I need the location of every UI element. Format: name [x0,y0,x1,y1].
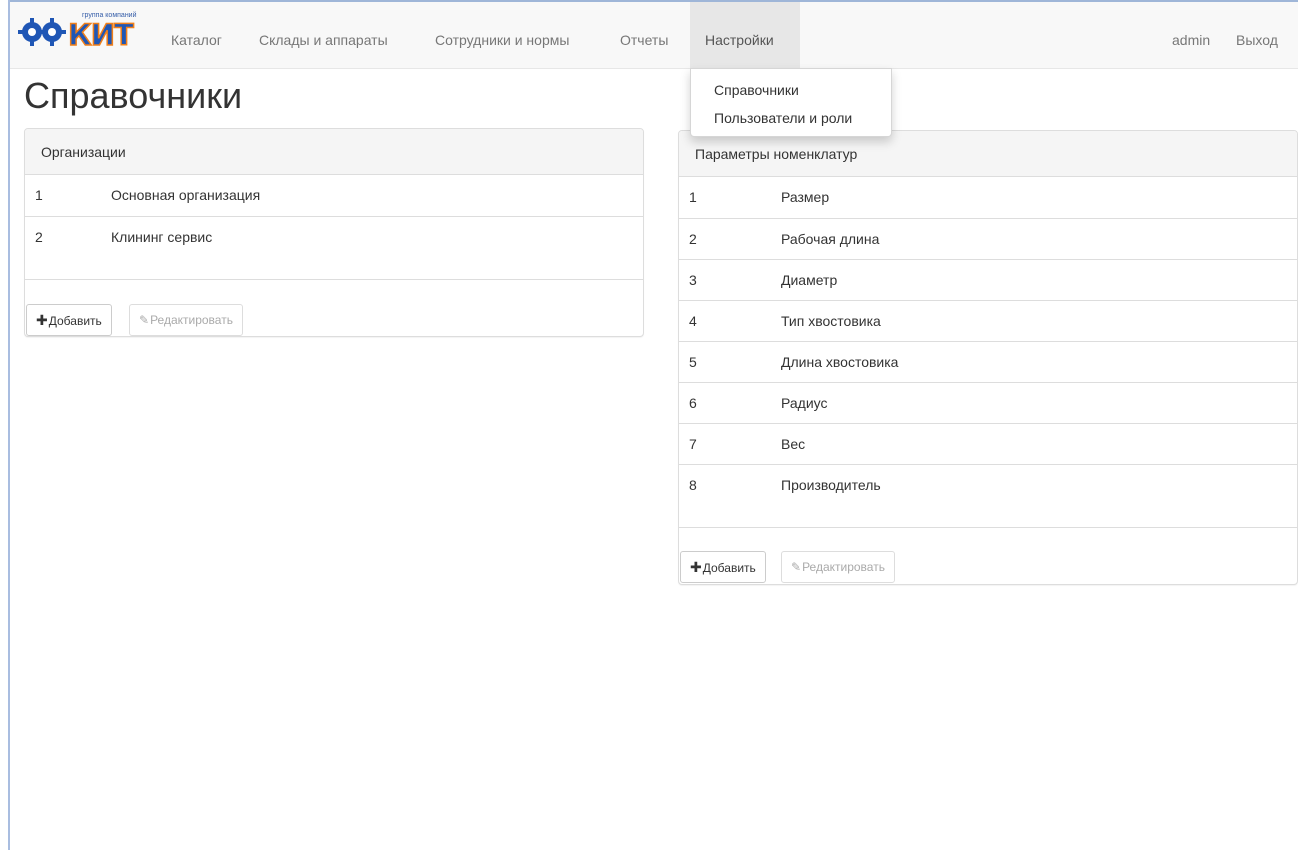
row-number: 1 [35,187,43,203]
edit-label: Редактировать [802,560,885,574]
add-label: Добавить [48,314,102,328]
nav-warehouses[interactable]: Склады и аппараты [244,2,403,69]
parameters-panel-title: Параметры номенклатур [679,131,1297,177]
nav-settings[interactable]: Настройки [690,2,800,69]
pencil-icon: ✎ [791,560,802,574]
edit-organization-button[interactable]: ✎Редактировать [129,304,243,336]
row-name: Размер [781,189,830,205]
logout-link[interactable]: Выход [1221,2,1293,69]
row-number: 1 [689,189,697,205]
table-row[interactable]: 2 Рабочая длина [679,218,1297,259]
row-number: 3 [689,272,697,288]
table-row[interactable]: 2 Клининг сервис [25,216,643,257]
table-footer-divider [679,527,1297,528]
plus-icon: ✚ [690,559,702,575]
row-name: Диаметр [781,272,838,288]
dropdown-item-users-roles[interactable]: Пользователи и роли [714,110,852,126]
nav-reports[interactable]: Отчеты [605,2,683,69]
row-name: Длина хвостовика [781,354,899,370]
organizations-panel-title: Организации [25,129,643,175]
nav-catalog[interactable]: Каталог [156,2,237,69]
table-row[interactable]: 1 Размер [679,177,1297,218]
table-row[interactable]: 4 Тип хвостовика [679,300,1297,341]
table-row[interactable]: 1 Основная организация [25,175,643,216]
row-number: 6 [689,395,697,411]
pencil-icon: ✎ [139,313,150,327]
add-organization-button[interactable]: ✚Добавить [26,304,112,336]
row-name: Вес [781,436,806,452]
row-number: 2 [35,229,43,245]
row-name: Производитель [781,477,881,493]
navbar: КИТ группа компаний Каталог Склады и апп… [10,2,1298,69]
table-row[interactable]: 6 Радиус [679,382,1297,423]
row-name: Клининг сервис [111,229,213,245]
parameters-panel: Параметры номенклатур 1 Размер 2 Рабочая… [678,130,1298,585]
logo[interactable]: КИТ группа компаний [18,10,148,53]
user-menu[interactable]: admin [1157,2,1225,69]
row-number: 4 [689,313,697,329]
page-title: Справочники [24,75,243,116]
plus-icon: ✚ [36,312,48,328]
edit-parameter-button[interactable]: ✎Редактировать [781,551,895,583]
row-name: Основная организация [111,187,261,203]
nav-employees[interactable]: Сотрудники и нормы [420,2,584,69]
settings-dropdown: Справочники Пользователи и роли [690,68,892,137]
row-name: Тип хвостовика [781,313,881,329]
table-footer-divider [25,279,643,280]
window-left-border [0,0,10,850]
edit-label: Редактировать [150,313,233,327]
svg-text:КИТ: КИТ [68,18,134,50]
table-row[interactable]: 5 Длина хвостовика [679,341,1297,382]
row-name: Рабочая длина [781,231,880,247]
row-number: 7 [689,436,697,452]
table-row[interactable]: 8 Производитель [679,464,1297,505]
row-number: 5 [689,354,697,370]
add-parameter-button[interactable]: ✚Добавить [680,551,766,583]
logo-tagline: группа компаний [82,12,137,19]
table-row[interactable]: 3 Диаметр [679,259,1297,300]
row-number: 2 [689,231,697,247]
organizations-panel: Организации 1 Основная организация 2 Кли… [24,128,644,337]
dropdown-item-references[interactable]: Справочники [714,82,799,98]
add-label: Добавить [702,561,756,575]
table-row[interactable]: 7 Вес [679,423,1297,464]
row-name: Радиус [781,395,828,411]
row-number: 8 [689,477,697,493]
